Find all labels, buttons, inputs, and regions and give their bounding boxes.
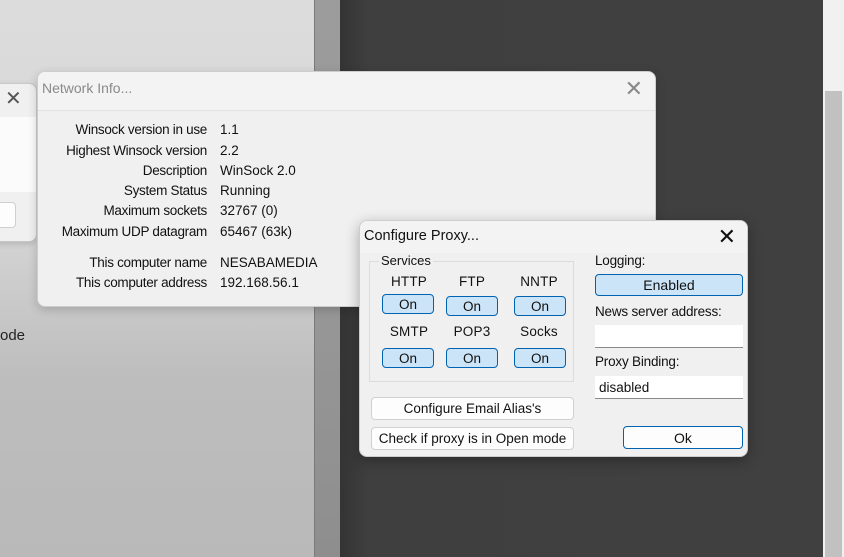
configure-email-alias-button[interactable]: Configure Email Alias's [371,397,574,420]
info-row: Winsock version in use 1.1 [38,122,655,142]
socks-toggle-button[interactable]: On [514,348,566,368]
info-label: Maximum sockets [103,203,207,218]
info-label: Maximum UDP datagram [61,224,208,239]
service-label-pop3: POP3 [453,324,491,339]
info-value: 192.168.56.1 [220,275,299,290]
service-label-ftp: FTP [458,274,486,289]
background-dialog-body [0,117,36,192]
proxy-binding-input[interactable] [595,376,743,399]
info-label: Winsock version in use [75,122,208,137]
network-info-titlebar[interactable]: Network Info... ✕ [38,72,655,111]
service-label-socks: Socks [520,324,558,339]
close-icon[interactable]: ✕ [625,78,643,100]
info-label: Highest Winsock version [66,143,207,158]
info-value: 65467 (63k) [220,224,293,239]
background-partial-text: ode [0,327,26,344]
check-open-mode-button[interactable]: Check if proxy is in Open mode [371,427,574,450]
info-row: System Status Running [38,183,655,203]
info-label: This computer name [89,255,207,270]
info-value: WinSock 2.0 [220,163,296,178]
proxy-binding-label: Proxy Binding: [595,354,680,369]
info-label: This computer address [75,275,207,290]
network-info-title: Network Info... [42,80,133,96]
configure-proxy-dialog: Configure Proxy... ✕ Services HTTP FTP N… [359,220,748,457]
info-value: NESABAMEDIA [220,255,318,270]
pop3-toggle-button[interactable]: On [446,348,498,368]
service-label-http: HTTP [390,274,428,289]
http-toggle-button[interactable]: On [382,294,434,314]
nntp-toggle-button[interactable]: On [514,296,566,316]
info-label: System Status [123,183,207,198]
close-icon[interactable]: ✕ [5,89,22,109]
ok-button[interactable]: Ok [623,426,743,449]
close-icon[interactable]: ✕ [718,226,736,248]
info-label: Description [142,163,208,178]
smtp-toggle-button[interactable]: On [382,348,434,368]
scrollbar-thumb[interactable] [825,91,842,557]
info-row: Description WinSock 2.0 [38,163,655,183]
info-value: 32767 (0) [220,203,278,218]
service-label-smtp: SMTP [389,324,429,339]
ftp-toggle-button[interactable]: On [446,296,498,316]
services-legend: Services [379,253,433,268]
configure-proxy-titlebar[interactable]: Configure Proxy... ✕ [360,221,747,253]
info-value: 1.1 [220,122,239,137]
info-value: Running [220,183,271,198]
news-server-label: News server address: [595,304,722,319]
service-label-nntp: NNTP [520,274,558,289]
background-dialog-button[interactable] [0,202,16,228]
background-dialog: ✕ [0,83,37,242]
logging-label: Logging: [595,253,646,268]
configure-proxy-title: Configure Proxy... [364,228,479,244]
info-row: Highest Winsock version 2.2 [38,143,655,163]
logging-toggle-button[interactable]: Enabled [595,274,743,296]
news-server-input[interactable] [595,325,743,348]
info-value: 2.2 [220,143,239,158]
